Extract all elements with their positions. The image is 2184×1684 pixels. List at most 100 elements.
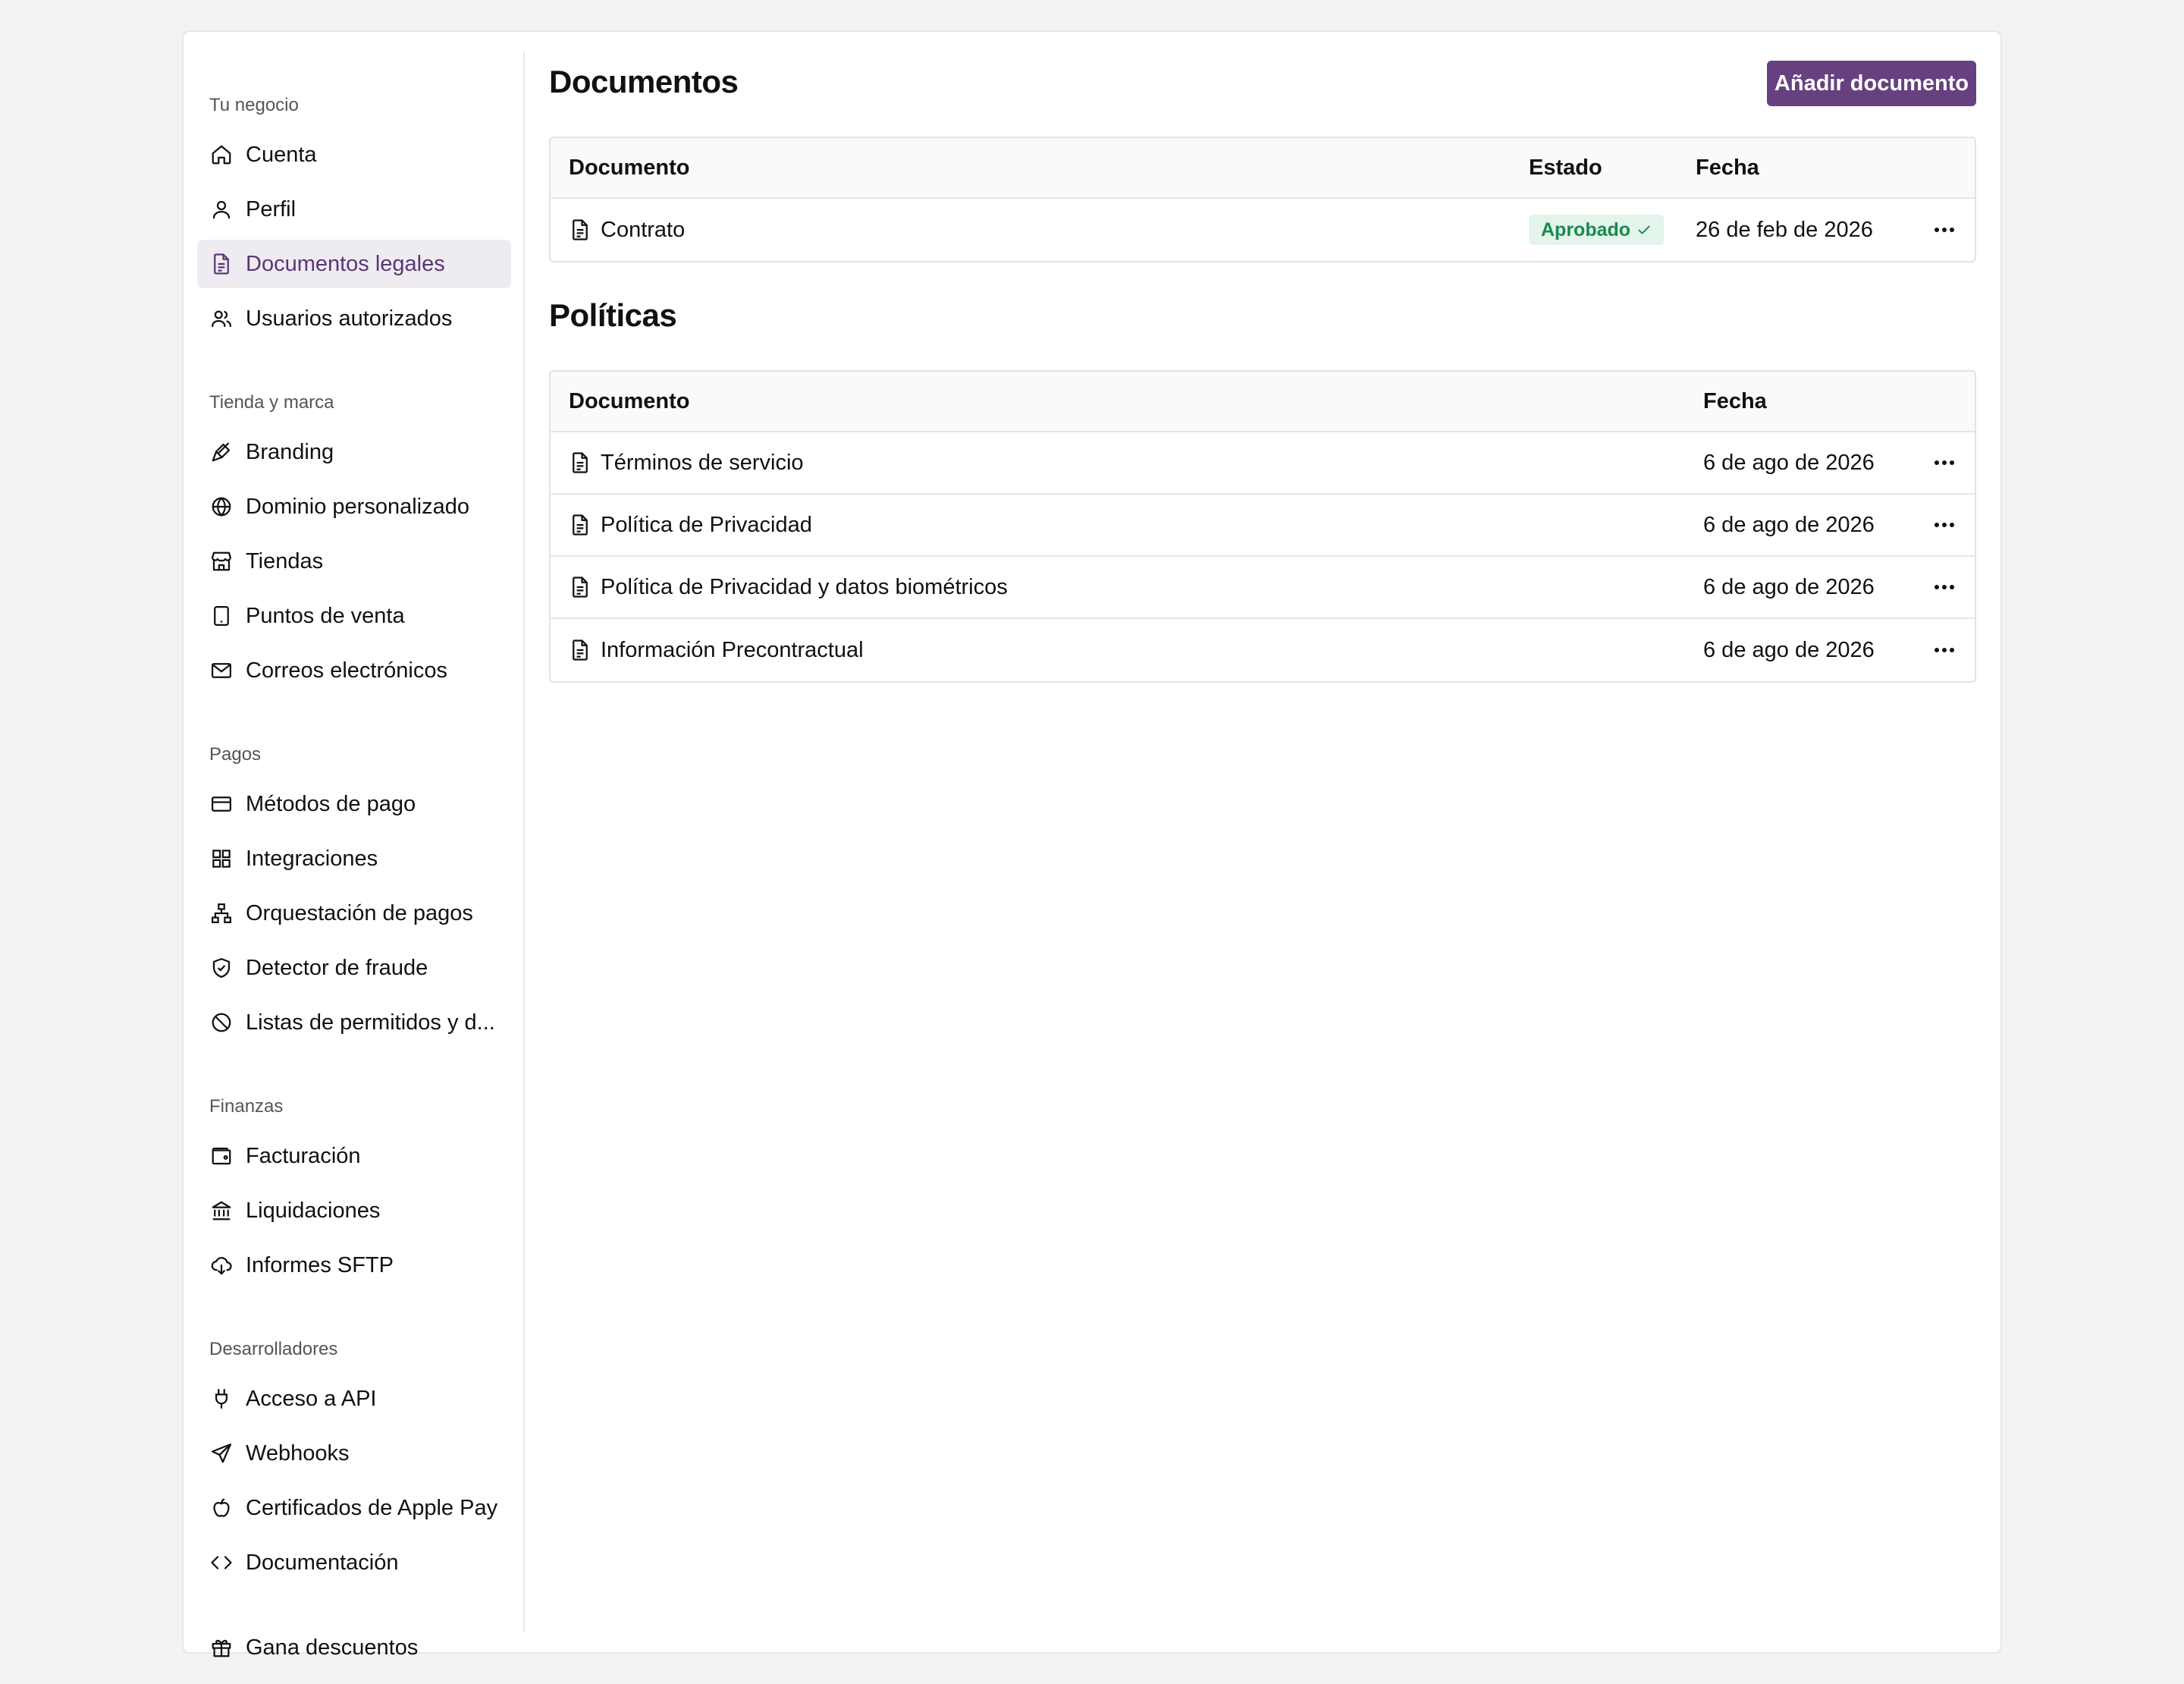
add-document-button[interactable]: Añadir documento xyxy=(1767,61,1976,106)
sidebar: Tu negocio Cuenta Perfil Documentos lega… xyxy=(184,52,525,1660)
sidebar-item-label: Acceso a API xyxy=(246,1386,377,1411)
document-name: Información Precontractual xyxy=(601,637,864,662)
section-title-payments: Pagos xyxy=(209,744,262,765)
sidebar-item-label: Métodos de pago xyxy=(246,791,416,816)
mail-icon xyxy=(209,658,234,683)
sidebar-item-metodos-de-pago[interactable]: Métodos de pago xyxy=(197,780,511,828)
sidebar-item-label: Puntos de venta xyxy=(246,603,405,628)
sidebar-item-label: Webhooks xyxy=(246,1441,350,1466)
globe-icon xyxy=(209,495,234,519)
table-header: Documento Fecha xyxy=(551,372,1975,432)
table-header: Documento Estado Fecha xyxy=(551,138,1975,199)
document-icon xyxy=(569,576,592,599)
sidebar-item-gana-descuentos[interactable]: Gana descuentos xyxy=(197,1623,511,1672)
sidebar-item-webhooks[interactable]: Webhooks xyxy=(197,1429,511,1478)
column-header-date: Fecha xyxy=(1696,155,1759,180)
plug-icon xyxy=(209,1387,234,1411)
sidebar-item-documentacion[interactable]: Documentación xyxy=(197,1538,511,1587)
shield-check-icon xyxy=(209,956,234,980)
document-name: Términos de servicio xyxy=(601,450,804,475)
credit-card-icon xyxy=(209,792,234,816)
wallet-icon xyxy=(209,1144,234,1168)
document-icon xyxy=(209,252,234,276)
table-row[interactable]: Política de Privacidad 6 de ago de 2026 xyxy=(551,495,1975,557)
paintbrush-icon xyxy=(209,440,234,464)
sidebar-item-detector-fraude[interactable]: Detector de fraude xyxy=(197,944,511,992)
ban-icon xyxy=(209,1010,234,1035)
document-name: Política de Privacidad y datos biométric… xyxy=(601,574,1008,599)
sidebar-item-label: Documentos legales xyxy=(246,251,445,276)
sidebar-item-integraciones[interactable]: Integraciones xyxy=(197,834,511,883)
column-header-document: Documento xyxy=(569,155,690,180)
users-icon xyxy=(209,306,234,331)
sidebar-item-correos[interactable]: Correos electrónicos xyxy=(197,646,511,695)
sidebar-item-tiendas[interactable]: Tiendas xyxy=(197,537,511,586)
sidebar-item-liquidaciones[interactable]: Liquidaciones xyxy=(197,1186,511,1235)
document-icon xyxy=(569,218,592,241)
more-options-icon[interactable] xyxy=(1914,495,1975,555)
sidebar-item-label: Informes SFTP xyxy=(246,1252,394,1277)
sidebar-item-acceso-api[interactable]: Acceso a API xyxy=(197,1375,511,1423)
sidebar-item-cuenta[interactable]: Cuenta xyxy=(197,130,511,179)
gift-icon xyxy=(209,1635,234,1660)
home-icon xyxy=(209,143,234,167)
status-badge: Aprobado xyxy=(1529,215,1665,245)
sidebar-item-branding[interactable]: Branding xyxy=(197,428,511,476)
table-row[interactable]: Contrato Aprobado 26 de feb de 2026 xyxy=(551,199,1975,261)
more-options-icon[interactable] xyxy=(1914,432,1975,493)
section-title-developers: Desarrolladores xyxy=(209,1339,338,1359)
more-options-icon[interactable] xyxy=(1914,557,1975,617)
sidebar-item-dominio[interactable]: Dominio personalizado xyxy=(197,482,511,531)
sidebar-item-listas[interactable]: Listas de permitidos y d... xyxy=(197,998,511,1047)
grid-icon xyxy=(209,847,234,871)
sidebar-item-label: Liquidaciones xyxy=(246,1198,381,1223)
document-name: Política de Privacidad xyxy=(601,512,812,537)
sidebar-item-label: Certificados de Apple Pay xyxy=(246,1495,498,1520)
sidebar-item-label: Listas de permitidos y d... xyxy=(246,1010,495,1035)
sidebar-item-label: Detector de fraude xyxy=(246,955,428,980)
more-options-icon[interactable] xyxy=(1914,619,1975,681)
document-date: 26 de feb de 2026 xyxy=(1696,217,1873,242)
sidebar-item-label: Gana descuentos xyxy=(246,1635,419,1660)
document-date: 6 de ago de 2026 xyxy=(1703,637,1875,662)
sidebar-item-facturacion[interactable]: Facturación xyxy=(197,1132,511,1180)
send-icon xyxy=(209,1441,234,1466)
code-icon xyxy=(209,1550,234,1575)
table-row[interactable]: Términos de servicio 6 de ago de 2026 xyxy=(551,432,1975,495)
user-icon xyxy=(209,197,234,221)
document-date: 6 de ago de 2026 xyxy=(1703,574,1875,599)
sidebar-item-orquestacion[interactable]: Orquestación de pagos xyxy=(197,889,511,938)
settings-card: Tu negocio Cuenta Perfil Documentos lega… xyxy=(182,30,2002,1660)
sidebar-item-label: Dominio personalizado xyxy=(246,494,469,519)
table-row[interactable]: Política de Privacidad y datos biométric… xyxy=(551,557,1975,619)
apple-icon xyxy=(209,1496,234,1520)
sidebar-item-informes-sftp[interactable]: Informes SFTP xyxy=(197,1241,511,1290)
document-icon xyxy=(569,451,592,474)
sidebar-item-usuarios-autorizados[interactable]: Usuarios autorizados xyxy=(197,294,511,343)
cloud-download-icon xyxy=(209,1253,234,1277)
column-header-status: Estado xyxy=(1529,155,1602,180)
sidebar-item-label: Orquestación de pagos xyxy=(246,900,473,925)
tablet-icon xyxy=(209,604,234,628)
documents-title: Documentos xyxy=(549,64,739,99)
more-options-icon[interactable] xyxy=(1914,199,1975,261)
table-row[interactable]: Información Precontractual 6 de ago de 2… xyxy=(551,619,1975,681)
store-icon xyxy=(209,549,234,573)
sidebar-item-label: Perfil xyxy=(246,196,297,221)
sidebar-item-apple-pay[interactable]: Certificados de Apple Pay xyxy=(197,1484,511,1532)
document-icon xyxy=(569,639,592,661)
sidebar-item-label: Tiendas xyxy=(246,548,324,573)
section-title-store: Tienda y marca xyxy=(209,392,334,413)
column-header-document: Documento xyxy=(569,388,690,413)
sidebar-item-documentos-legales[interactable]: Documentos legales xyxy=(197,240,511,288)
document-date: 6 de ago de 2026 xyxy=(1703,450,1875,475)
section-title-finance: Finanzas xyxy=(209,1096,284,1117)
network-icon xyxy=(209,901,234,925)
bank-icon xyxy=(209,1199,234,1223)
document-name: Contrato xyxy=(601,217,686,242)
sidebar-item-perfil[interactable]: Perfil xyxy=(197,185,511,234)
sidebar-item-label: Usuarios autorizados xyxy=(246,306,453,331)
sidebar-item-label: Documentación xyxy=(246,1550,399,1575)
sidebar-item-puntos-de-venta[interactable]: Puntos de venta xyxy=(197,592,511,640)
sidebar-item-label: Cuenta xyxy=(246,142,317,167)
